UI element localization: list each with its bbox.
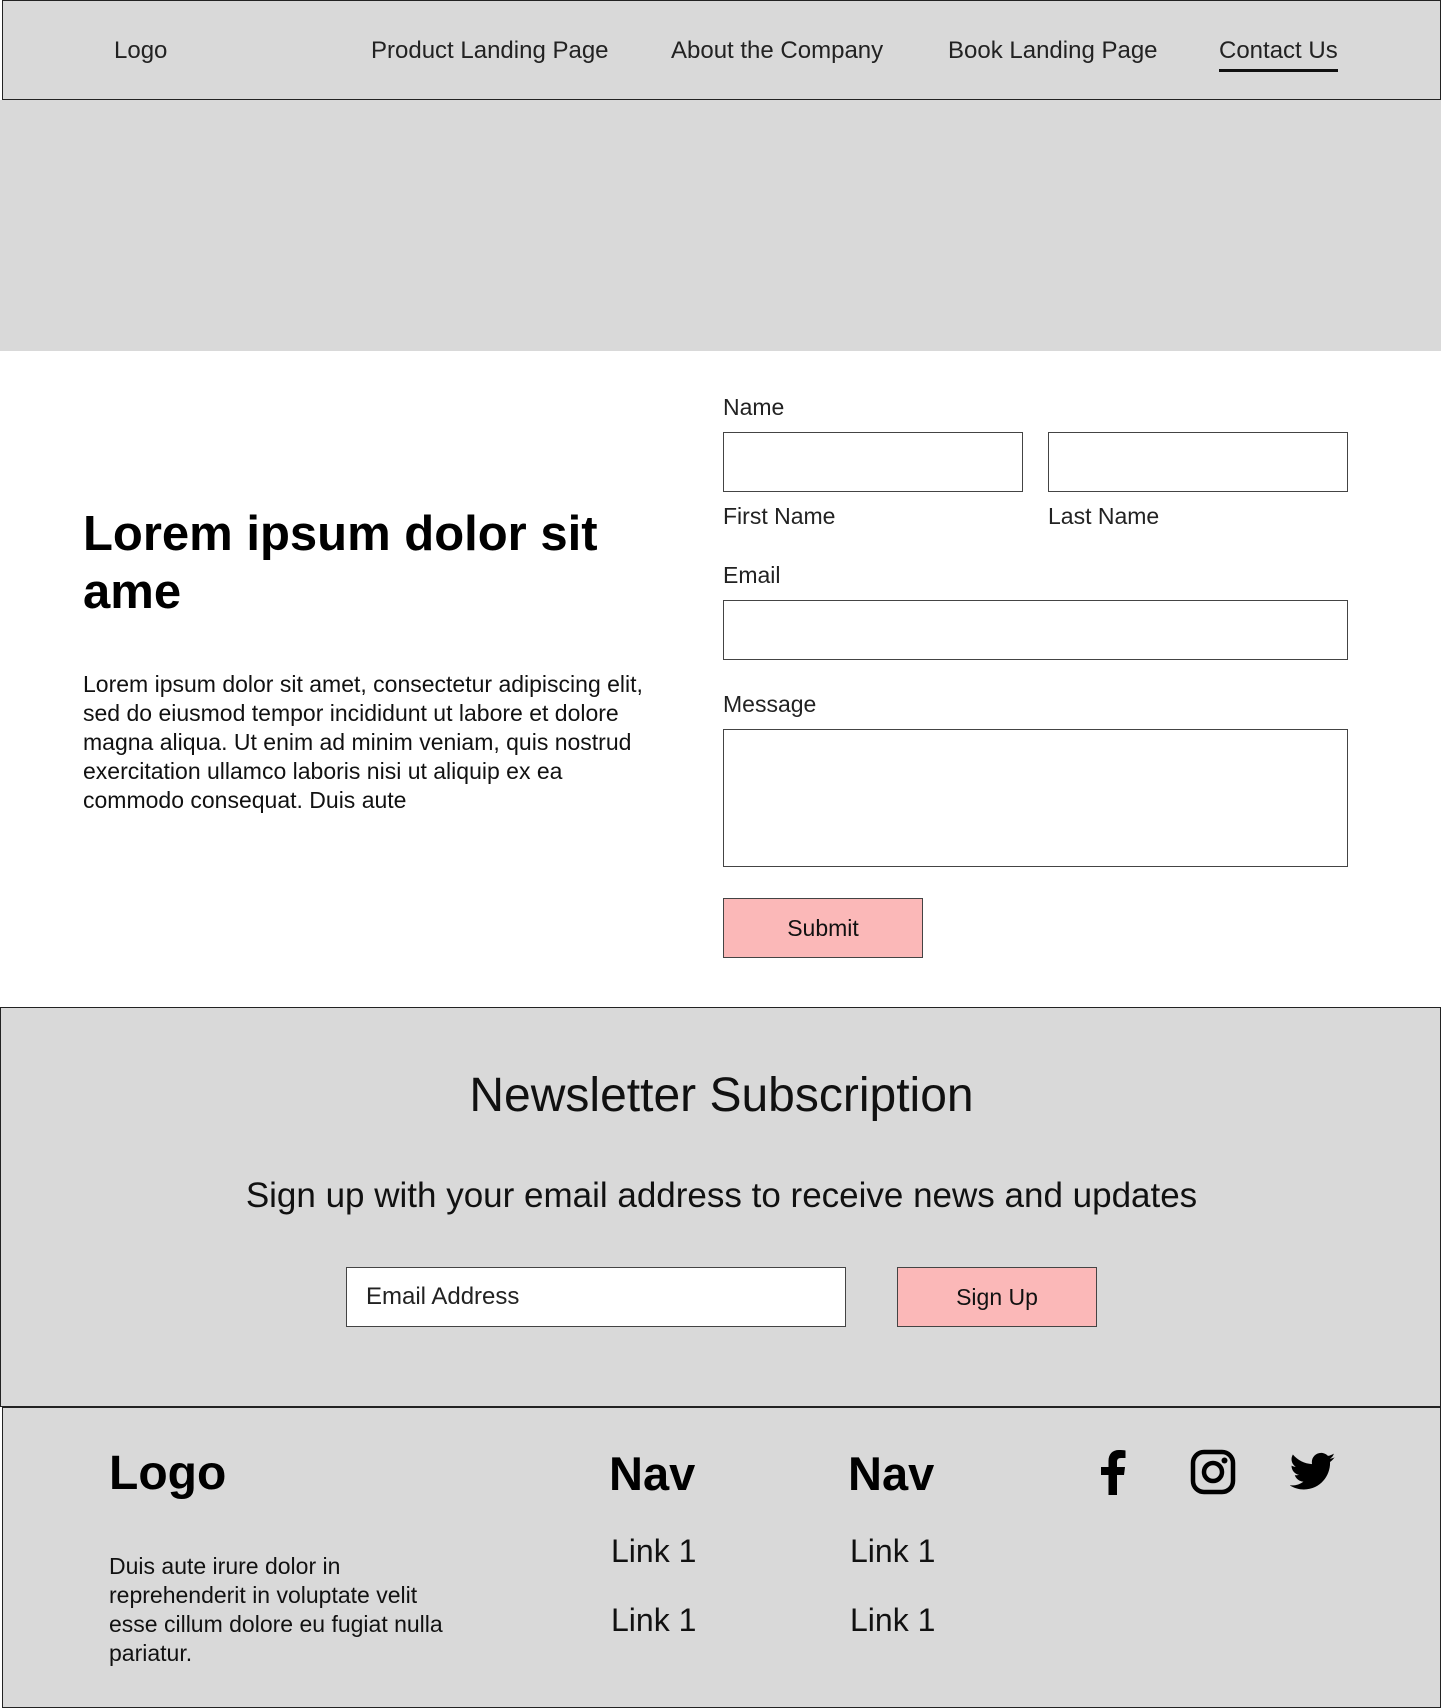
- footer-link[interactable]: Link 1: [611, 1533, 696, 1570]
- newsletter-section: Newsletter Subscription Sign up with you…: [0, 1007, 1441, 1407]
- facebook-icon[interactable]: [1089, 1448, 1137, 1496]
- nav-link-about-the-company[interactable]: About the Company: [671, 37, 883, 65]
- last-name-input[interactable]: [1048, 432, 1348, 492]
- newsletter-email-placeholder: Email Address: [366, 1283, 520, 1310]
- first-name-label: First Name: [723, 503, 836, 529]
- message-textarea[interactable]: [723, 729, 1348, 867]
- newsletter-email-input[interactable]: Email Address: [346, 1267, 846, 1327]
- newsletter-subtitle: Sign up with your email address to recei…: [245, 1176, 1198, 1215]
- header-logo[interactable]: Logo: [114, 37, 167, 65]
- sign-up-button[interactable]: Sign Up: [897, 1267, 1097, 1327]
- footer-link[interactable]: Link 1: [850, 1533, 935, 1570]
- footer-nav-title-2: Nav: [848, 1447, 935, 1500]
- footer-link[interactable]: Link 1: [850, 1602, 935, 1639]
- hero-banner: [0, 100, 1441, 351]
- first-name-input[interactable]: [723, 432, 1023, 492]
- top-nav-bar: Logo Product Landing Page About the Comp…: [2, 0, 1441, 100]
- nav-link-product-landing-page[interactable]: Product Landing Page: [371, 37, 609, 65]
- footer: Logo Duis aute irure dolor in reprehende…: [2, 1407, 1441, 1708]
- newsletter-title: Newsletter Subscription: [469, 1069, 974, 1122]
- footer-logo[interactable]: Logo: [109, 1446, 226, 1501]
- instagram-icon[interactable]: [1189, 1448, 1237, 1496]
- footer-nav-title-1: Nav: [609, 1447, 696, 1500]
- name-label: Name: [723, 394, 785, 420]
- nav-link-contact-us[interactable]: Contact Us: [1219, 37, 1338, 72]
- message-label: Message: [723, 691, 817, 717]
- email-label: Email: [723, 562, 781, 588]
- nav-link-book-landing-page[interactable]: Book Landing Page: [948, 37, 1158, 65]
- email-input[interactable]: [723, 600, 1348, 660]
- submit-button[interactable]: Submit: [723, 898, 923, 958]
- footer-link[interactable]: Link 1: [611, 1602, 696, 1639]
- last-name-label: Last Name: [1048, 503, 1160, 529]
- contact-description: Lorem ipsum dolor sit amet, consectetur …: [83, 671, 643, 813]
- footer-description: Duis aute irure dolor in reprehenderit i…: [109, 1553, 443, 1666]
- contact-heading: Lorem ipsum dolor sit ame: [83, 507, 598, 619]
- twitter-icon[interactable]: [1289, 1448, 1337, 1496]
